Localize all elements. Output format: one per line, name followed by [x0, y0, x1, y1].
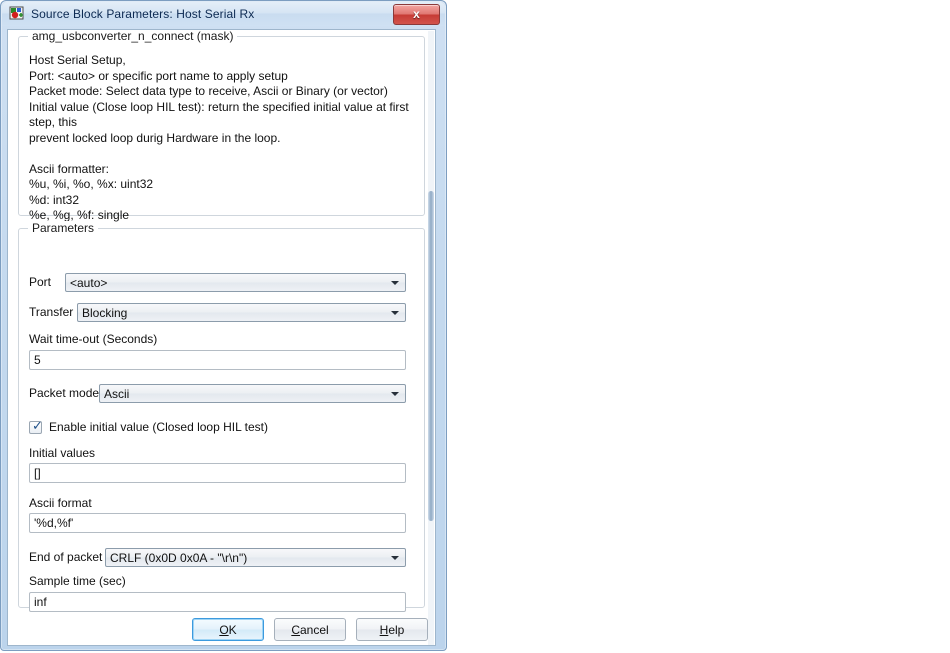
- help-button-label: Help: [379, 622, 405, 637]
- packet-mode-row: Packet mode: [29, 386, 99, 400]
- chevron-down-icon: [391, 555, 399, 560]
- close-button-label: x: [413, 7, 420, 21]
- simulink-block-icon: [9, 6, 25, 22]
- ok-button[interactable]: OK: [192, 618, 264, 641]
- end-of-packet-combobox[interactable]: CRLF (0x0D 0x0A - "\r\n"): [105, 548, 406, 567]
- transfer-combobox[interactable]: Blocking: [77, 303, 406, 322]
- close-icon[interactable]: x: [393, 3, 440, 25]
- enable-initial-value-checkbox[interactable]: ✓ Enable initial value (Closed loop HIL …: [29, 420, 268, 434]
- ascii-format-label: Ascii format: [29, 496, 92, 510]
- dialog-content: amg_usbconverter_n_connect (mask) Host S…: [8, 30, 429, 645]
- sample-time-value: inf: [34, 595, 47, 609]
- end-of-packet-value: CRLF (0x0D 0x0A - "\r\n"): [110, 550, 248, 565]
- source-block-parameters-dialog: Source Block Parameters: Host Serial Rx …: [0, 0, 447, 651]
- window-title: Source Block Parameters: Host Serial Rx: [31, 7, 255, 21]
- cancel-button-label: Cancel: [291, 622, 329, 637]
- ascii-format-input[interactable]: '%d,%f': [29, 513, 406, 533]
- port-value: <auto>: [70, 275, 108, 290]
- ascii-format-value: '%d,%f': [34, 516, 74, 530]
- enable-initial-value-label: Enable initial value (Closed loop HIL te…: [49, 420, 269, 434]
- chevron-down-icon: [391, 391, 399, 396]
- sample-time-input[interactable]: inf: [29, 592, 406, 612]
- initial-values-input[interactable]: []: [29, 463, 406, 483]
- chevron-down-icon: [391, 280, 399, 285]
- mask-description-group: amg_usbconverter_n_connect (mask) Host S…: [18, 30, 425, 238]
- packet-mode-label: Packet mode: [29, 386, 100, 400]
- wait-timeout-input[interactable]: 5: [29, 350, 406, 370]
- initial-values-value: []: [34, 466, 41, 480]
- dialog-button-bar: OK Cancel Help: [8, 618, 429, 645]
- chevron-down-icon: [391, 310, 399, 315]
- dialog-client-area: amg_usbconverter_n_connect (mask) Host S…: [7, 29, 436, 646]
- port-row: Port: [29, 275, 51, 289]
- end-of-packet-row: End of packet: [29, 550, 102, 564]
- ok-button-label: OK: [219, 622, 237, 637]
- checkbox-box[interactable]: ✓: [29, 418, 43, 434]
- mask-description-text: Host Serial Setup, Port: <auto> or speci…: [29, 53, 409, 238]
- packet-mode-value: Ascii: [104, 386, 130, 401]
- initial-values-label: Initial values: [29, 446, 96, 460]
- transfer-label: Transfer: [29, 305, 74, 319]
- wait-timeout-value: 5: [34, 353, 41, 367]
- title-bar[interactable]: Source Block Parameters: Host Serial Rx …: [2, 2, 445, 26]
- mask-description-title: amg_usbconverter_n_connect (mask): [28, 30, 238, 43]
- transfer-value: Blocking: [82, 305, 128, 320]
- cancel-button[interactable]: Cancel: [274, 618, 346, 641]
- sample-time-label: Sample time (sec): [29, 574, 126, 588]
- transfer-row: Transfer: [29, 305, 73, 319]
- end-of-packet-label: End of packet: [29, 550, 103, 564]
- parameters-group-title: Parameters: [28, 221, 99, 235]
- check-icon: ✓: [32, 418, 43, 434]
- wait-timeout-label: Wait time-out (Seconds): [29, 332, 158, 346]
- port-label: Port: [29, 275, 52, 289]
- parameters-group: Parameters Port <auto> Transfer Blocking: [18, 221, 425, 612]
- packet-mode-combobox[interactable]: Ascii: [99, 384, 406, 403]
- help-button[interactable]: Help: [356, 618, 428, 641]
- port-combobox[interactable]: <auto>: [65, 273, 406, 292]
